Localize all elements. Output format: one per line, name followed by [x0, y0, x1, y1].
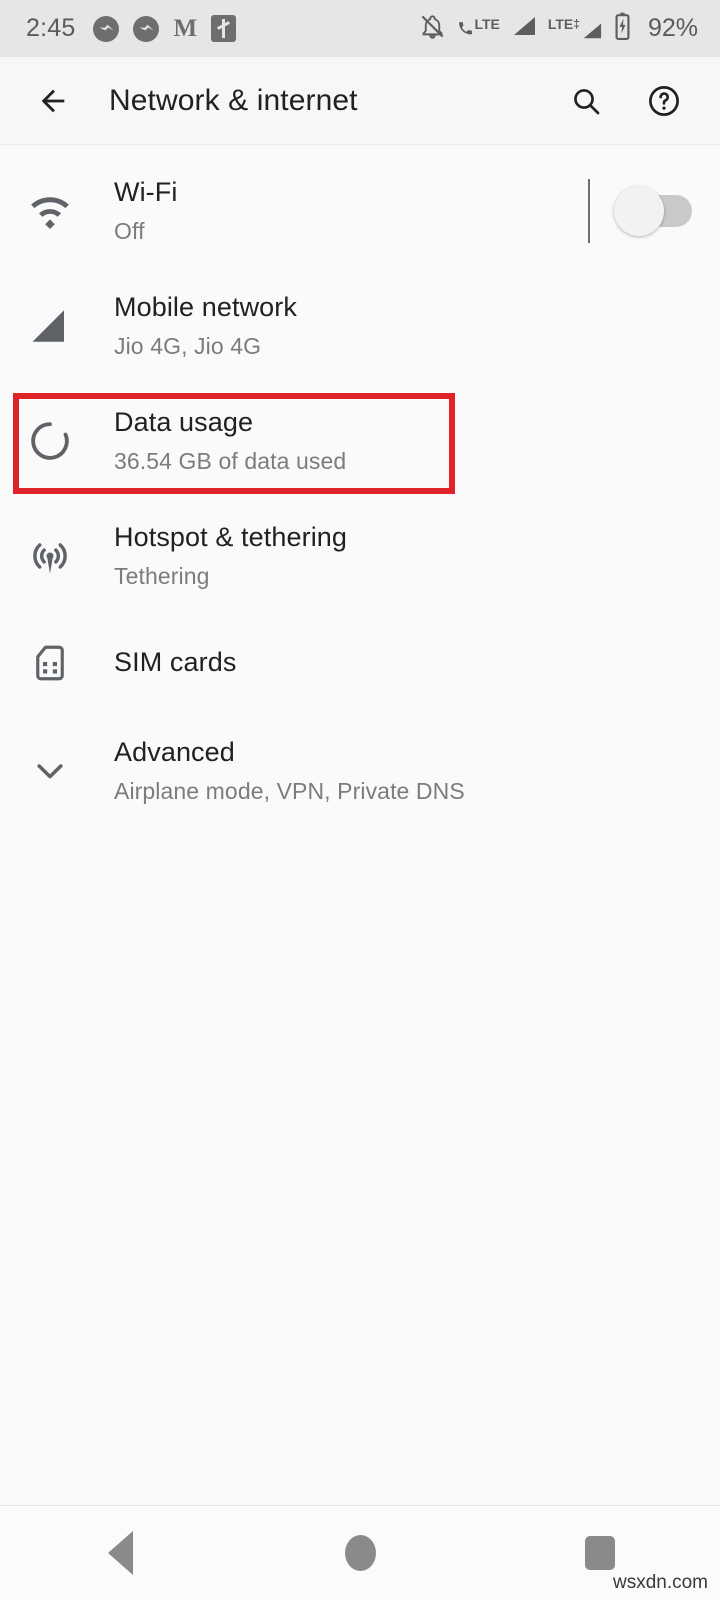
list-item-title: Advanced [114, 736, 235, 767]
list-item-data-usage[interactable]: Data usage 36.54 GB of data used [0, 383, 720, 498]
lte-label: LTE [547, 15, 574, 32]
list-item-title: Data usage [114, 406, 254, 437]
nav-home-icon [344, 1535, 376, 1571]
messenger-icon [133, 15, 160, 42]
vertical-divider [588, 178, 590, 243]
search-icon[interactable] [562, 77, 610, 125]
usb-icon [211, 15, 237, 42]
volte-call-icon: LTE [457, 16, 500, 40]
settings-list: Wi-Fi Off Mobile network Jio 4G, Jio 4G [0, 145, 720, 828]
list-item-text: Advanced Airplane mode, VPN, Private DNS [114, 736, 465, 806]
wifi-icon [14, 189, 86, 233]
list-item-title: Hotspot & tethering [114, 521, 348, 552]
nav-recents-icon [585, 1536, 615, 1570]
list-item-text: Hotspot & tethering Tethering [114, 521, 347, 591]
battery-percent-label: 92% [647, 14, 698, 42]
sim-card-icon [14, 642, 86, 684]
nav-recents-button[interactable] [480, 1536, 720, 1570]
list-item-sim-cards[interactable]: SIM cards [0, 613, 720, 713]
list-item-wifi[interactable]: Wi-Fi Off [0, 153, 720, 268]
list-item-subtitle: Tethering [114, 562, 210, 589]
signal-bars-icon [14, 305, 86, 347]
list-item-title: Mobile network [114, 291, 297, 322]
list-item-mobile-network[interactable]: Mobile network Jio 4G, Jio 4G [0, 268, 720, 383]
list-item-text: SIM cards [114, 646, 236, 680]
gmail-icon: M [173, 15, 198, 42]
list-item-subtitle: Jio 4G, Jio 4G [114, 332, 262, 359]
list-item-subtitle: 36.54 GB of data used [114, 447, 347, 474]
help-icon[interactable] [640, 77, 688, 125]
volte-label: LTE [474, 16, 500, 32]
list-item-title: Wi-Fi [114, 176, 178, 207]
wifi-toggle-switch[interactable] [614, 185, 692, 236]
chevron-down-icon [14, 751, 86, 791]
nav-back-button[interactable] [0, 1531, 240, 1575]
watermark: wsxdn.com [612, 1572, 708, 1593]
nav-home-button[interactable] [240, 1535, 480, 1571]
notifications-silenced-icon [419, 13, 446, 45]
signal-sim1-icon [511, 14, 537, 43]
list-item-title: SIM cards [114, 647, 237, 678]
back-arrow-icon[interactable] [30, 78, 76, 124]
page-title: Network & internet [109, 83, 358, 117]
list-item-tail [588, 178, 720, 243]
data-usage-ring-icon [14, 419, 86, 463]
lte-plus-signal-sim2-icon: LTE ‡ [548, 17, 603, 41]
switch-thumb [614, 185, 664, 236]
list-item-text: Data usage 36.54 GB of data used [114, 406, 346, 476]
status-bar-clock: 2:45 [26, 14, 76, 42]
battery-charging-icon [614, 12, 631, 45]
status-bar: 2:45 M LTE LTE ‡ 92% [0, 0, 720, 57]
status-bar-system-icons: LTE LTE ‡ 92% [419, 12, 698, 45]
list-item-subtitle: Off [114, 217, 145, 244]
list-item-subtitle: Airplane mode, VPN, Private DNS [114, 777, 465, 804]
status-bar-notification-icons: M [93, 15, 237, 42]
list-item-text: Wi-Fi Off [114, 176, 177, 246]
messenger-icon [93, 15, 120, 42]
list-item-hotspot-tethering[interactable]: Hotspot & tethering Tethering [0, 498, 720, 613]
app-bar: Network & internet [0, 57, 720, 145]
nav-back-icon [107, 1531, 133, 1575]
list-item-advanced[interactable]: Advanced Airplane mode, VPN, Private DNS [0, 713, 720, 828]
list-item-text: Mobile network Jio 4G, Jio 4G [114, 291, 297, 361]
hotspot-icon [14, 534, 86, 578]
